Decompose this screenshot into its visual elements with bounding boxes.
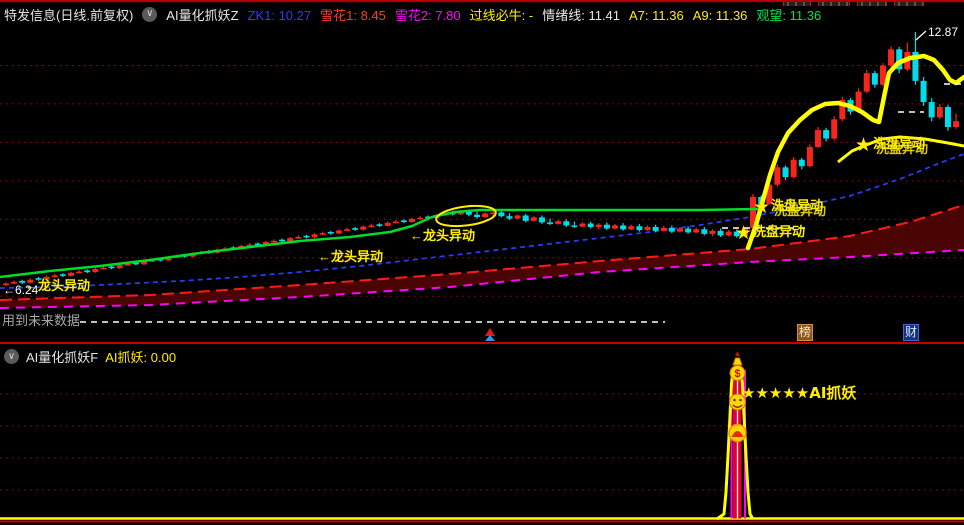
- svg-text:12.87: 12.87: [928, 25, 958, 39]
- sub-panel-header: ∨ AI量化抓妖F AI抓妖: 0.00: [4, 347, 176, 366]
- indicator-field: 雪花2: 7.80: [394, 7, 461, 23]
- indicator-field: A9: 11.36: [692, 7, 748, 23]
- svg-text:★: ★: [753, 196, 770, 218]
- trading-app-window: 特发信息(日线.前复权) ∨ AI量化抓妖Z ZK1: 10.27 雪花1: 8.…: [0, 0, 964, 525]
- annotation-dragon-3: ←龙头异动: [410, 228, 475, 243]
- svg-text:洗盘异动: 洗盘异动: [873, 136, 925, 151]
- sub-indicator-value: AI抓妖: 0.00: [105, 350, 177, 365]
- star-rating: ★★★★★AI抓妖: [742, 384, 856, 402]
- gold-coin-icon: [728, 423, 747, 443]
- chevron-down-icon[interactable]: ∨: [4, 349, 19, 364]
- five-star-signal-label: ★★★★★AI抓妖: [742, 384, 856, 402]
- indicator-field: 过线必牛: -: [469, 7, 534, 23]
- signal-sub-panel: ∨ AI量化抓妖F AI抓妖: 0.00 $ ★★★★★AI抓妖: [0, 344, 964, 525]
- indicator-field: A7: 11.36: [629, 7, 684, 23]
- annotation-future-note: 用到未来数据: [2, 313, 80, 328]
- svg-text:★: ★: [735, 222, 752, 244]
- annotation-wash-1: ★ 洗盘异动洗盘异动: [753, 196, 826, 218]
- money-bag-icon: $: [729, 351, 746, 381]
- svg-text:←龙头异动: ←龙头异动: [410, 228, 475, 243]
- rank-badge-button[interactable]: 榜: [797, 324, 813, 341]
- blue-ma-line: [0, 153, 964, 289]
- indicator-field: 雪花1: 8.45: [320, 7, 386, 23]
- annotation-wash-2: ★ 洗盘异动: [735, 222, 805, 244]
- chevron-down-icon[interactable]: ∨: [142, 6, 158, 22]
- main-chart-canvas: ←6.24←龙头异动←龙头异动←龙头异动★ 洗盘异动洗盘异动★ 洗盘异动★ 洗盘异动洗…: [0, 25, 964, 328]
- indicator-values: ZK1: 10.27 雪花1: 8.45 雪花2: 7.80 过线必牛: - 情绪线: …: [248, 5, 831, 24]
- annotation-price-high: 12.87: [915, 25, 958, 41]
- svg-text:←龙头异动: ←龙头异动: [318, 249, 383, 264]
- event-marker-icon: [484, 328, 496, 342]
- main-candlestick-chart: ←6.24 ←龙头异动 ←龙头异动 ←龙头异动 ★ 洗盘异动 洗盘异动 ★ 洗盘异动 ★ 洗盘异动洗…: [0, 24, 964, 344]
- svg-text:←龙头异动: ←龙头异动: [25, 278, 90, 293]
- main-indicator-name[interactable]: AI量化抓妖Z: [166, 5, 238, 24]
- svg-text:洗盘异动: 洗盘异动: [753, 224, 805, 239]
- annotation-dragon-1: ←龙头异动: [25, 278, 90, 293]
- stock-title: 特发信息(日线.前复权): [4, 7, 134, 23]
- finance-badge-button[interactable]: 财: [903, 324, 919, 341]
- svg-text:用到未来数据: 用到未来数据: [2, 313, 80, 328]
- indicator-info-bar: 特发信息(日线.前复权) ∨ AI量化抓妖Z ZK1: 10.27 雪花1: 8.…: [0, 4, 964, 24]
- annotation-wash-3: ★ 洗盘异动洗盘异动: [855, 134, 928, 156]
- sub-indicator-name[interactable]: AI量化抓妖F: [26, 347, 98, 366]
- svg-text:★: ★: [855, 134, 872, 156]
- sub-grid-lines: [0, 393, 964, 491]
- indicator-field: 情绪线: 11.41: [542, 7, 621, 23]
- trend-cloud: [0, 204, 964, 309]
- svg-text:$: $: [734, 368, 740, 380]
- svg-text:洗盘异动: 洗盘异动: [771, 198, 823, 213]
- indicator-field: 观望: 11.36: [756, 7, 822, 23]
- sub-chart-canvas: $★★★★★AI抓妖: [0, 351, 964, 523]
- indicator-field: ZK1: 10.27: [247, 7, 312, 23]
- annotation-dragon-2: ←龙头异动: [318, 249, 383, 264]
